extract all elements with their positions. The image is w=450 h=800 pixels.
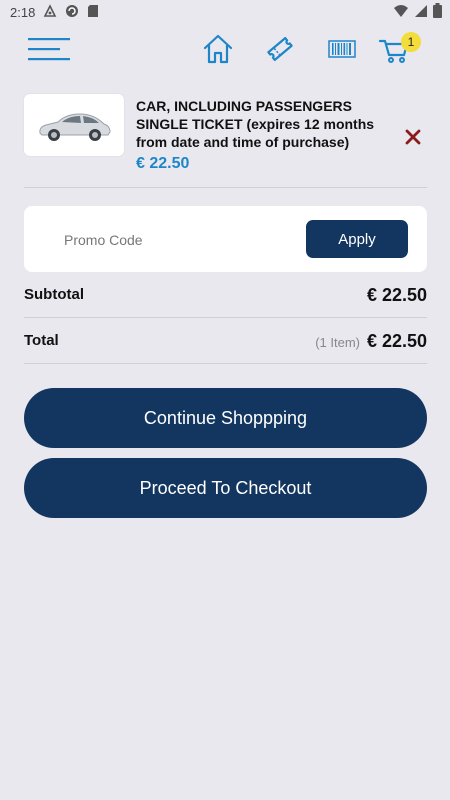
battery-icon [433,3,442,21]
total-row: Total (1 Item) € 22.50 [24,318,427,364]
item-price: € 22.50 [136,155,190,172]
promo-code-input[interactable] [64,228,284,252]
top-nav: 1 [0,24,450,74]
status-time: 2:18 [10,4,36,20]
proceed-to-checkout-button[interactable]: Proceed To Checkout [24,458,427,518]
hamburger-menu-icon[interactable] [28,37,72,61]
barcode-icon[interactable] [326,33,358,65]
subtotal-label: Subtotal [24,286,84,303]
total-label: Total [24,332,59,349]
cart-count-badge: 1 [401,32,421,52]
notification-icon [43,3,57,21]
home-icon[interactable] [202,33,234,65]
remove-item-icon[interactable] [404,128,422,146]
status-bar: 2:18 [0,0,450,24]
subtotal-row: Subtotal € 22.50 [24,272,427,318]
status-right [393,3,442,21]
continue-shopping-button[interactable]: Continue Shoppping [24,388,427,448]
total-value: € 22.50 [366,331,427,351]
ticket-icon[interactable] [264,33,296,65]
signal-icon [414,4,428,21]
sd-card-icon [87,4,99,21]
car-thumbnail [24,94,124,156]
wifi-icon [393,4,409,21]
cart-item: CAR, INCLUDING PASSENGERS SINGLE TICKET … [24,94,427,188]
promo-code-box: Apply [24,206,427,272]
app-notification-icon [65,4,79,21]
apply-button[interactable]: Apply [306,220,408,258]
status-left: 2:18 [10,3,99,21]
item-count: (1 Item) [315,335,360,350]
item-title: CAR, INCLUDING PASSENGERS SINGLE TICKET … [136,98,375,150]
subtotal-value: € 22.50 [366,285,427,305]
